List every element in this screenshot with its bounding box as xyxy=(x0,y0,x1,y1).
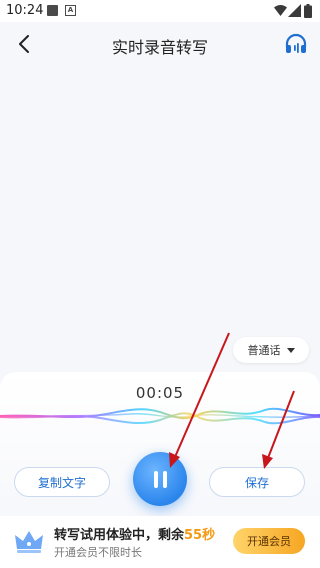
pause-button[interactable] xyxy=(133,452,187,506)
copy-text-button[interactable]: 复制文字 xyxy=(14,467,110,497)
language-dropdown[interactable]: 普通话 xyxy=(233,337,309,363)
save-button[interactable]: 保存 xyxy=(209,467,305,497)
trial-remaining-text: 转写试用体验中，剩余55秒 xyxy=(54,524,215,543)
notification-icon xyxy=(47,5,58,16)
page-title: 实时录音转写 xyxy=(111,38,208,57)
notification-a-icon: A xyxy=(65,5,76,16)
wifi-icon xyxy=(274,5,287,16)
unlimited-duration-text: 开通会员不限时长 xyxy=(54,546,142,559)
dropdown-arrow-icon xyxy=(286,347,295,353)
pause-icon xyxy=(153,470,158,488)
back-arrow-icon xyxy=(19,35,29,53)
headphone-icon[interactable] xyxy=(283,32,309,56)
waveform xyxy=(0,407,320,425)
open-membership-button[interactable]: 开通会员 xyxy=(233,528,305,554)
pause-icon-bar xyxy=(162,470,167,488)
transcription-area[interactable] xyxy=(0,66,320,336)
crown-icon xyxy=(15,531,43,553)
language-label: 普通话 xyxy=(247,344,281,357)
status-time: 10:24 xyxy=(6,3,44,18)
status-bar: 10:24 A xyxy=(0,0,320,22)
header: 实时录音转写 xyxy=(0,22,320,66)
trial-seconds: 55秒 xyxy=(184,528,216,543)
trial-prefix: 转写试用体验中，剩余 xyxy=(54,528,185,543)
back-button[interactable] xyxy=(12,32,36,56)
battery-icon xyxy=(304,4,312,18)
signal-icon xyxy=(288,4,301,17)
